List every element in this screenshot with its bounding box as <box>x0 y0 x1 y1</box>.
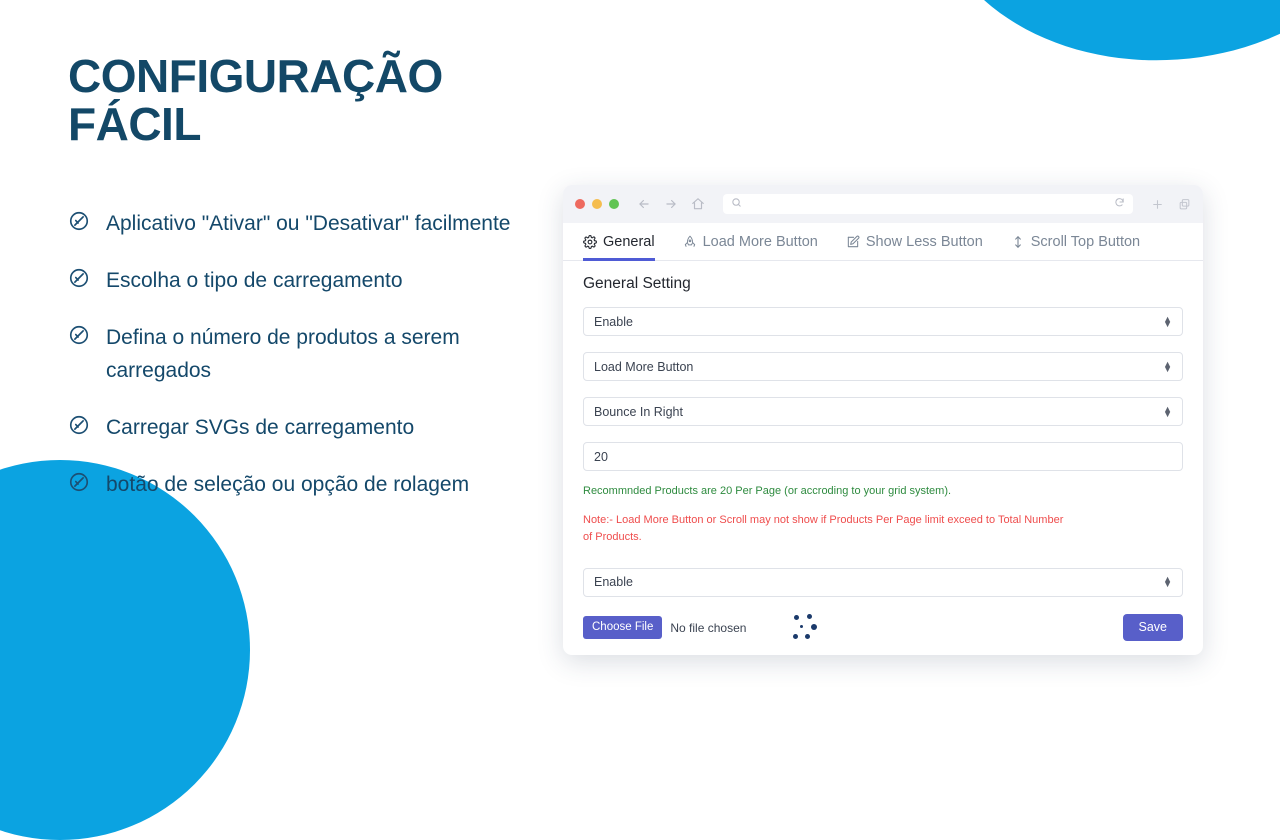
select-value: Enable <box>594 575 633 590</box>
select-value: Load More Button <box>594 359 694 374</box>
feature-list: Aplicativo "Ativar" ou "Desativar" facil… <box>68 207 548 501</box>
minimize-window-button[interactable] <box>592 199 602 209</box>
maximize-window-button[interactable] <box>609 199 619 209</box>
arrow-up-down-icon <box>1011 235 1025 249</box>
navigation-controls <box>637 197 705 211</box>
tab-label: General <box>603 234 655 250</box>
chrome-right-controls <box>1151 198 1191 211</box>
list-item: Aplicativo "Ativar" ou "Desativar" facil… <box>68 207 548 240</box>
feature-label: Carregar SVGs de carregamento <box>106 415 415 439</box>
feature-label: Escolha o tipo de carregamento <box>106 268 403 292</box>
browser-chrome <box>563 185 1203 223</box>
browser-window: General Load More Button Show Less Butto… <box>563 185 1203 655</box>
duplicate-tabs-icon[interactable] <box>1178 198 1191 211</box>
list-item: Escolha o tipo de carregamento <box>68 264 548 297</box>
settings-panel: General Setting Enable ▲ ▼ Load More Butt… <box>563 261 1203 643</box>
file-status-text: No file chosen <box>670 620 747 635</box>
chevron-updown-icon: ▲ ▼ <box>1163 403 1172 419</box>
help-text-note: Note:- Load More Button or Scroll may no… <box>583 513 1064 543</box>
animation-select[interactable]: Bounce In Right ▲ ▼ <box>583 397 1183 426</box>
input-value: 20 <box>594 449 608 464</box>
edit-square-icon <box>846 235 860 249</box>
traffic-lights <box>575 199 619 209</box>
choose-file-button[interactable]: Choose File <box>583 615 663 640</box>
plus-icon[interactable] <box>1151 198 1164 211</box>
check-circle-icon <box>68 414 90 436</box>
chevron-updown-icon: ▲ ▼ <box>1163 574 1172 590</box>
tab-label: Scroll Top Button <box>1030 234 1141 250</box>
gear-icon <box>583 235 597 249</box>
url-bar[interactable] <box>723 194 1133 214</box>
check-circle-icon <box>68 471 90 493</box>
dot-loader-icon <box>790 613 820 643</box>
list-item: Carregar SVGs de carregamento <box>68 411 548 444</box>
back-arrow-icon[interactable] <box>637 197 651 211</box>
decorative-shape-top-right <box>918 0 1280 76</box>
feature-label: Aplicativo "Ativar" ou "Desativar" facil… <box>106 211 511 235</box>
slide-content: CONFIGURAÇÃO FÁCIL Aplicativo "Ativar" o… <box>68 52 548 525</box>
tab-scroll-top-button[interactable]: Scroll Top Button <box>1011 234 1140 261</box>
chevron-updown-icon: ▲ ▼ <box>1163 313 1172 329</box>
tab-show-less-button[interactable]: Show Less Button <box>846 234 983 261</box>
check-circle-icon <box>68 324 90 346</box>
list-item: botão de seleção ou opção de rolagem <box>68 468 548 501</box>
section-title: General Setting <box>583 275 691 292</box>
enable-status-select[interactable]: Enable ▲ ▼ <box>583 307 1183 336</box>
list-item: Defina o número de produtos a serem carr… <box>68 321 548 387</box>
search-icon <box>731 197 742 211</box>
forward-arrow-icon[interactable] <box>664 197 678 211</box>
reload-icon[interactable] <box>1114 197 1125 211</box>
tab-general[interactable]: General <box>583 234 655 261</box>
help-text-recommended: Recommnded Products are 20 Per Page (or … <box>583 485 952 497</box>
feature-label: Defina o número de produtos a serem carr… <box>106 325 460 382</box>
close-window-button[interactable] <box>575 199 585 209</box>
load-type-select[interactable]: Load More Button ▲ ▼ <box>583 352 1183 381</box>
check-circle-icon <box>68 267 90 289</box>
secondary-enable-select[interactable]: Enable ▲ ▼ <box>583 567 1183 597</box>
tab-label: Load More Button <box>702 234 818 250</box>
panel-footer: Choose File No file chosen Save <box>583 613 1183 643</box>
save-button[interactable]: Save <box>1122 614 1183 641</box>
home-icon[interactable] <box>691 197 705 211</box>
feature-label: botão de seleção ou opção de rolagem <box>106 472 470 496</box>
select-value: Enable <box>594 314 633 329</box>
tab-load-more-button[interactable]: Load More Button <box>683 234 818 261</box>
tab-bar: General Load More Button Show Less Butto… <box>563 223 1203 261</box>
products-per-page-input[interactable]: 20 <box>583 442 1183 471</box>
page-title: CONFIGURAÇÃO FÁCIL <box>68 50 443 151</box>
rocket-icon <box>683 235 697 249</box>
check-circle-icon <box>68 210 90 232</box>
chevron-updown-icon: ▲ ▼ <box>1163 358 1172 374</box>
select-value: Bounce In Right <box>594 404 683 419</box>
tab-label: Show Less Button <box>865 234 983 250</box>
